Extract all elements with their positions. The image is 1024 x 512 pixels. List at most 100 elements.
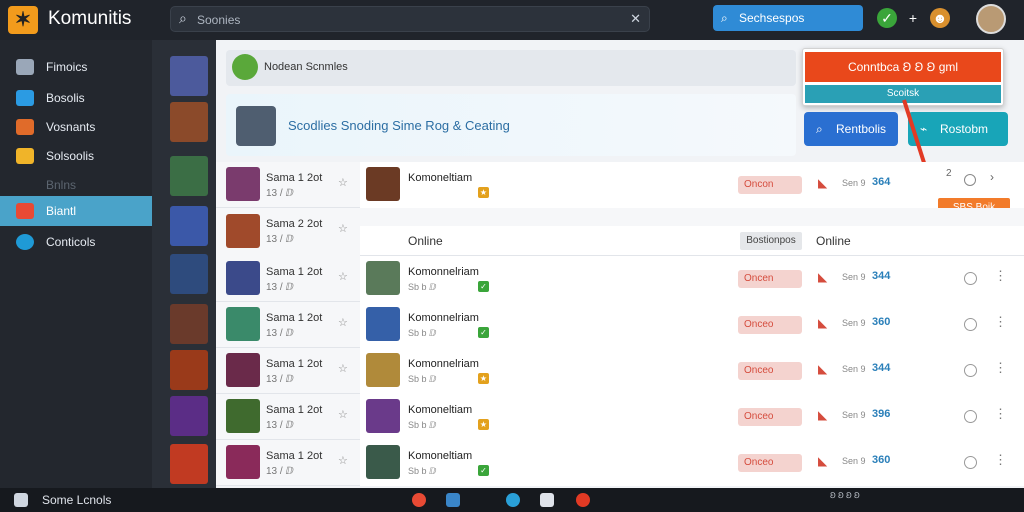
table-row[interactable]: Sama 1 2ot 13 / ⅅ ☆ Komonnelriam Sb b ⅅ … — [216, 256, 1024, 302]
game-thumbnail[interactable] — [170, 350, 208, 390]
radio[interactable] — [964, 410, 977, 423]
more-icon[interactable]: ⋮ — [994, 406, 1007, 422]
sidebar-item-4[interactable]: Solsoolis — [0, 141, 152, 171]
leaf-icon — [232, 54, 258, 80]
row-label: Sen 9 — [842, 272, 866, 282]
radio[interactable] — [964, 364, 977, 377]
table-row[interactable]: Sama 1 2ot 13 / ⅅ ☆ Komoneltiam Sb b ⅅ ✓… — [216, 440, 1024, 486]
row-card-title: Komoneltiam — [408, 450, 473, 462]
game-thumbnail[interactable] — [170, 254, 208, 294]
game-thumbnail[interactable] — [170, 206, 208, 246]
star-icon[interactable]: ☆ — [338, 454, 348, 467]
app-icon[interactable] — [540, 493, 554, 507]
close-icon[interactable]: ✕ — [630, 11, 641, 27]
search-bar[interactable]: ⌕ Soonies ✕ — [170, 6, 650, 32]
row-label: Sen 9 — [842, 456, 866, 466]
sidebar-item-2[interactable]: Bosolis — [0, 83, 152, 113]
app-icon[interactable] — [446, 493, 460, 507]
status-badge[interactable]: Oncon — [738, 176, 802, 194]
game-thumbnail[interactable] — [170, 102, 208, 142]
app-icon[interactable] — [576, 493, 590, 507]
row-count: 360 — [872, 454, 891, 466]
sidebar-item-3[interactable]: Vosnants — [0, 112, 152, 142]
row-label: Sen 9 — [842, 410, 866, 420]
more-icon[interactable]: ⋮ — [994, 268, 1007, 284]
sidebar: Fimoics Bosolis Vosnants Solsoolis Bnlns… — [0, 40, 152, 488]
row-sub: 13 / ⅅ — [266, 282, 294, 293]
app-icon[interactable] — [506, 493, 520, 507]
sidebar-item-1[interactable]: Fimoics — [0, 52, 152, 82]
game-thumbnail[interactable] — [170, 304, 208, 344]
star-icon[interactable]: ☆ — [338, 362, 348, 375]
star-icon[interactable]: ☆ — [338, 408, 348, 421]
chevron-right-icon[interactable]: › — [990, 170, 994, 184]
row-thumbnail — [226, 353, 260, 387]
star-icon[interactable]: ☆ — [338, 316, 348, 329]
chart-icon: ◣ — [818, 270, 828, 284]
row-card: Komoneltiam ★ Oncon ◣ Sen 9 364 — [360, 162, 1024, 208]
hero-card[interactable]: Scodlies Snoding Sime Rog & Ceating — [226, 94, 796, 156]
row-card-sub: Sb b ⅅ — [408, 374, 437, 384]
status-badge[interactable]: Onceo — [738, 454, 802, 472]
row-card-title: Komonnelriam — [408, 358, 479, 370]
status-badge[interactable]: Onceo — [738, 316, 802, 334]
table-row[interactable]: Sama 1 2ot 13 / ⅅ ☆ Komonnelriam Sb b ⅅ … — [216, 302, 1024, 348]
status-badge[interactable]: Onceo — [738, 408, 802, 426]
radio[interactable] — [964, 174, 976, 186]
profile-icon[interactable]: ☻ — [930, 8, 950, 28]
sidebar-item-label: Bnlns — [46, 178, 77, 192]
online-label: Online — [408, 234, 443, 248]
star-icon[interactable]: ☆ — [338, 176, 348, 189]
status-icon[interactable]: ✓ — [877, 8, 897, 28]
badge-icon: ✓ — [478, 327, 489, 338]
avatar[interactable] — [976, 4, 1006, 34]
radio[interactable] — [964, 456, 977, 469]
row-label: Sen 9 — [842, 364, 866, 374]
status-badge[interactable]: Onceo — [738, 362, 802, 380]
clock: Ꞝ Ꞝ Ꞝ Ꞝ — [830, 491, 860, 500]
row-sub: 13 / ⅅ — [266, 420, 294, 431]
popup-primary-button[interactable]: Conntbca Ꞝ Ꞝ Ꞝ gml — [805, 52, 1001, 82]
top-action-button[interactable]: ⌕ Sechsespos — [713, 5, 863, 31]
row-card-sub: Sb b ⅅ — [408, 328, 437, 338]
search-icon: ⌕ — [816, 122, 823, 136]
hero-title: Scodlies Snoding Sime Rog & Ceating — [288, 118, 510, 133]
game-thumbnail[interactable] — [170, 56, 208, 96]
game-thumbnail[interactable] — [170, 156, 208, 196]
top-action-label: Sechsespos — [739, 11, 805, 25]
table-row[interactable]: Sama 1 2ot 13 / ⅅ ☆ Komonnelriam Sb b ⅅ … — [216, 348, 1024, 394]
row-name: Sama 1 2ot — [266, 358, 323, 370]
hero-image — [236, 106, 276, 146]
row-card-image — [366, 399, 400, 433]
sidebar-item-7[interactable]: Conticols — [0, 227, 152, 257]
row-card-image — [366, 445, 400, 479]
row-thumbnail — [226, 307, 260, 341]
search-icon: ⌕ — [179, 10, 187, 26]
more-icon[interactable]: ⋮ — [994, 360, 1007, 376]
star-icon[interactable]: ☆ — [338, 222, 348, 235]
status-badge[interactable]: Oncen — [738, 270, 802, 288]
more-icon[interactable]: ⋮ — [994, 452, 1007, 468]
table-row[interactable]: Sama 1 2ot 13 / ⅅ ☆ Komoneltiam Sb b ⅅ ★… — [216, 394, 1024, 440]
row-card: Komoneltiam Sb b ⅅ ★ Onceo ◣ Sen 9 396 ⋮ — [360, 394, 1024, 440]
page-number: 2 — [946, 168, 952, 179]
app-logo-icon[interactable]: ✶ — [8, 6, 38, 34]
windows-icon[interactable] — [14, 493, 28, 507]
plus-icon[interactable]: + — [903, 8, 923, 28]
more-icon[interactable]: ⋮ — [994, 314, 1007, 330]
star-icon[interactable]: ☆ — [338, 270, 348, 283]
row-name: Sama 1 2ot — [266, 266, 323, 278]
app-icon[interactable] — [412, 493, 426, 507]
row-thumbnail — [226, 399, 260, 433]
radio[interactable] — [964, 318, 977, 331]
sidebar-item-6[interactable]: Biantl — [0, 196, 152, 226]
online-tag[interactable]: Bostionpos — [740, 232, 802, 250]
game-thumbnail[interactable] — [170, 396, 208, 436]
row-thumbnail — [226, 261, 260, 295]
action-button-1[interactable]: ⌕ Rentbolis — [804, 112, 898, 146]
game-thumbnail[interactable] — [170, 444, 208, 484]
table-row[interactable]: Sama 1 2ot 13 / ⅅ ☆ Komoneltiam ★ Oncon … — [216, 162, 1024, 208]
chart-icon: ◣ — [818, 176, 828, 190]
online-label-right: Online — [816, 234, 851, 248]
radio[interactable] — [964, 272, 977, 285]
